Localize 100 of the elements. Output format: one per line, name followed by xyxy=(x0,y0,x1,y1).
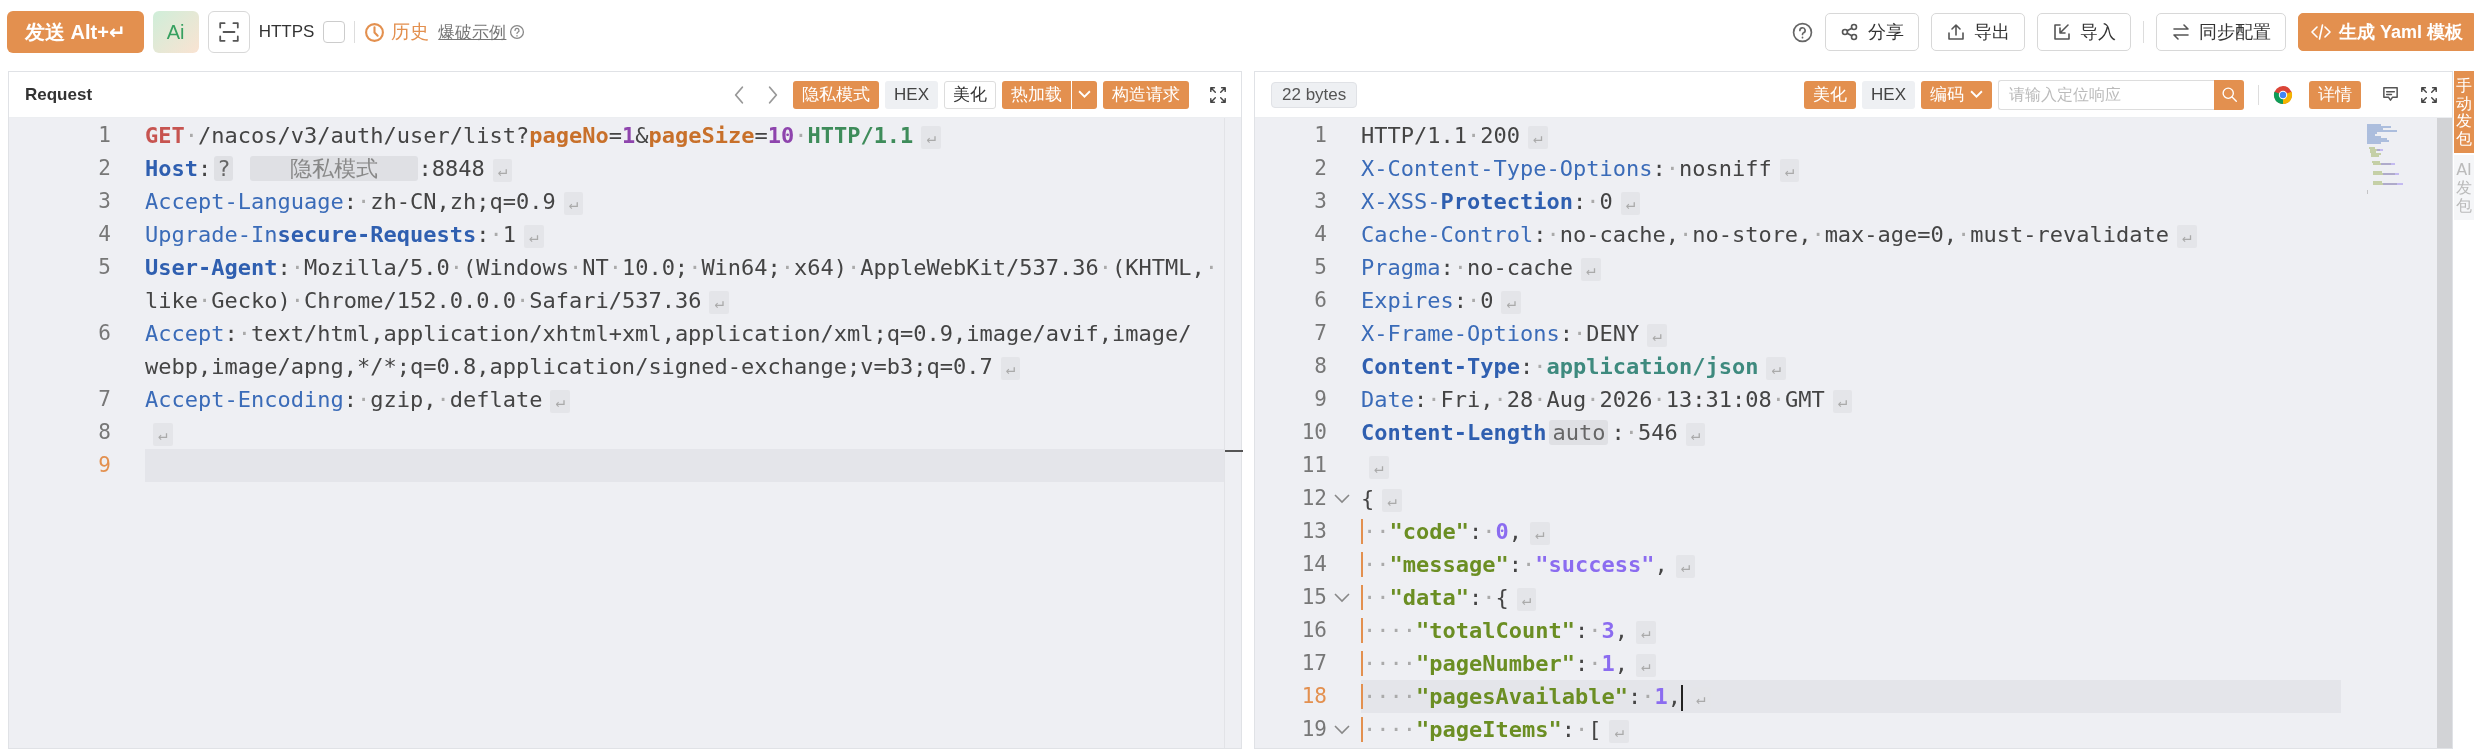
line-number: 7 xyxy=(98,386,111,413)
code-line: ↵ xyxy=(145,416,1225,449)
help-icon[interactable] xyxy=(1791,21,1813,43)
scrollbar[interactable] xyxy=(1224,118,1244,748)
details-button[interactable]: 详情 xyxy=(2309,80,2361,109)
browser-icon[interactable] xyxy=(2273,84,2293,105)
panel-title: Request xyxy=(25,84,93,105)
side-tab[interactable]: 手动发包 xyxy=(2454,71,2474,154)
line-number: 15 xyxy=(1301,584,1327,611)
code-line: ····"pageNumber":·1, ↵ xyxy=(1361,647,2342,680)
code-line: Content-Length auto :·546 ↵ xyxy=(1361,416,2342,449)
line-number: 16 xyxy=(1301,617,1327,644)
code-line: GET·/nacos/v3/auth/user/list?pageNo=1&pageSize=10·HTTP/1.1 ↵ xyxy=(145,119,1225,152)
code-line: X-XSS-Protection:·0 ↵ xyxy=(1361,185,2342,218)
search-button[interactable] xyxy=(2214,79,2244,110)
line-number: 19 xyxy=(1301,716,1327,743)
dropdown-button[interactable] xyxy=(1072,80,1097,109)
line-number: 14 xyxy=(1301,551,1327,578)
line-number: 5 xyxy=(1314,254,1327,281)
code-line: ····"pagesAvailable":·1, ↵ xyxy=(1361,680,2342,713)
line-number: 3 xyxy=(1314,188,1327,215)
code-line: HTTP/1.1·200 ↵ xyxy=(1361,119,2342,152)
line-number: 4 xyxy=(98,221,111,248)
line-number: 12 xyxy=(1301,485,1327,512)
line-number: 8 xyxy=(1314,353,1327,380)
import-icon xyxy=(2051,22,2072,42)
fullscreen-icon[interactable] xyxy=(1209,85,1227,104)
code-line: X-Content-Type-Options:·nosniff ↵ xyxy=(1361,152,2342,185)
code-line: { ↵ xyxy=(1361,482,2342,515)
code-line: Content-Type:·application/json ↵ xyxy=(1361,350,2342,383)
code-line: User-Agent:·Mozilla/5.0·(Windows·NT·10.0;·Win64;·x64)·AppleWebKit/537.36·(KHTML,·like·Gecko)·Chrome/152.0.0.0·Safari/537.36 ↵ xyxy=(145,254,1219,316)
line-number: 11 xyxy=(1301,452,1327,479)
generate-button[interactable]: 生成 Yaml 模板 xyxy=(2297,13,2474,51)
code-line: Host: ? 隐私模式 :8848 ↵ xyxy=(145,152,1225,185)
code-line: X-Frame-Options:·DENY ↵ xyxy=(1361,317,2342,350)
share-icon xyxy=(1839,22,1860,42)
code-line: ··"data":·{ ↵ xyxy=(1361,581,2342,614)
send-button[interactable]: 发送 Alt+↵ xyxy=(7,11,144,53)
line-number: 9 xyxy=(98,452,111,479)
line-number: 18 xyxy=(1301,683,1327,710)
swap-arrows-icon xyxy=(2170,22,2191,42)
scrollbar[interactable] xyxy=(2437,118,2452,748)
chevron-right-icon[interactable] xyxy=(767,84,780,105)
code-line: Accept:·text/html,application/xhtml+xml,application/xml;q=0.9,image/avif,image/ webp,image/apng,*/*;q=0.8,application/signed-exchange;v=b3;q=0.7 ↵ xyxy=(145,320,1193,382)
toolbar-button[interactable]: 美化 xyxy=(1804,80,1857,109)
dropdown-button[interactable]: 编码 xyxy=(1921,80,1992,109)
toolbar-button[interactable]: 构造请求 xyxy=(1103,80,1189,109)
code-icon xyxy=(2310,22,2331,42)
line-number: 7 xyxy=(1314,320,1327,347)
line-number: 3 xyxy=(98,188,111,215)
line-number: 2 xyxy=(98,155,111,182)
search-icon xyxy=(2220,86,2238,103)
line-number: 17 xyxy=(1301,650,1327,677)
help-icon[interactable] xyxy=(509,24,526,40)
line-number: 2 xyxy=(1314,155,1327,182)
line-number: 1 xyxy=(98,122,111,149)
chevron-down-icon[interactable] xyxy=(1334,592,1350,603)
toolbar-button[interactable]: 隐私模式 xyxy=(793,80,880,109)
code-line: ↵ xyxy=(1361,449,2342,482)
https-checkbox[interactable] xyxy=(323,21,346,43)
side-tab[interactable]: AI发包 xyxy=(2454,155,2474,221)
search-field[interactable]: 请输入定位响应 xyxy=(1998,79,2214,110)
toolbar-button[interactable]: 分享 xyxy=(1824,13,1919,51)
scan-icon xyxy=(217,21,240,43)
line-number: 10 xyxy=(1301,419,1327,446)
scan-button[interactable] xyxy=(207,11,250,53)
toolbar-button[interactable]: 热加载 xyxy=(1002,80,1071,109)
line-number: 5 xyxy=(98,254,111,281)
toolbar-button[interactable]: 导入 xyxy=(2036,13,2131,51)
code-line: ····"totalCount":·3, ↵ xyxy=(1361,614,2342,647)
code-line: ··"code":·0, ↵ xyxy=(1361,515,2342,548)
history-button[interactable]: 历史 xyxy=(364,19,430,45)
clock-icon xyxy=(364,21,386,43)
chevron-down-icon[interactable] xyxy=(1334,724,1350,735)
chevron-left-icon[interactable] xyxy=(733,84,746,105)
code-line: Expires:·0 ↵ xyxy=(1361,284,2342,317)
https-label: HTTPS xyxy=(258,22,315,42)
code-line: Date:·Fri,·28·Aug·2026·13:31:08·GMT ↵ xyxy=(1361,383,2342,416)
code-line: ····"pageItems":·[ ↵ xyxy=(1361,713,2342,746)
code-line: ··"message":·"success", ↵ xyxy=(1361,548,2342,581)
code-line: Accept-Language:·zh-CN,zh;q=0.9 ↵ xyxy=(145,185,1225,218)
toolbar-button[interactable]: 同步配置 xyxy=(2155,13,2286,51)
fullscreen-icon[interactable] xyxy=(2420,85,2438,104)
size-badge: 22 bytes xyxy=(1271,81,1358,108)
example-link[interactable]: 爆破示例 xyxy=(438,20,507,44)
upload-icon xyxy=(1945,22,1966,42)
line-number: 6 xyxy=(98,320,111,347)
line-number: 13 xyxy=(1301,518,1327,545)
code-line: Cache-Control:·no-cache,·no-store,·max-age=0,·must-revalidate ↵ xyxy=(1361,218,2342,251)
toolbar-button[interactable]: HEX xyxy=(885,80,938,109)
code-line: Upgrade-Insecure-Requests:·1 ↵ xyxy=(145,218,1225,251)
toolbar-button[interactable]: 导出 xyxy=(1930,13,2025,51)
toolbar-button[interactable]: 美化 xyxy=(944,80,996,109)
line-number: 4 xyxy=(1314,221,1327,248)
comment-icon[interactable] xyxy=(2381,85,2400,104)
line-number: 6 xyxy=(1314,287,1327,314)
ai-button[interactable]: Ai xyxy=(152,11,199,53)
code-line: Accept-Encoding:·gzip,·deflate ↵ xyxy=(145,383,1225,416)
chevron-down-icon[interactable] xyxy=(1334,493,1350,504)
toolbar-button[interactable]: HEX xyxy=(1862,80,1915,109)
